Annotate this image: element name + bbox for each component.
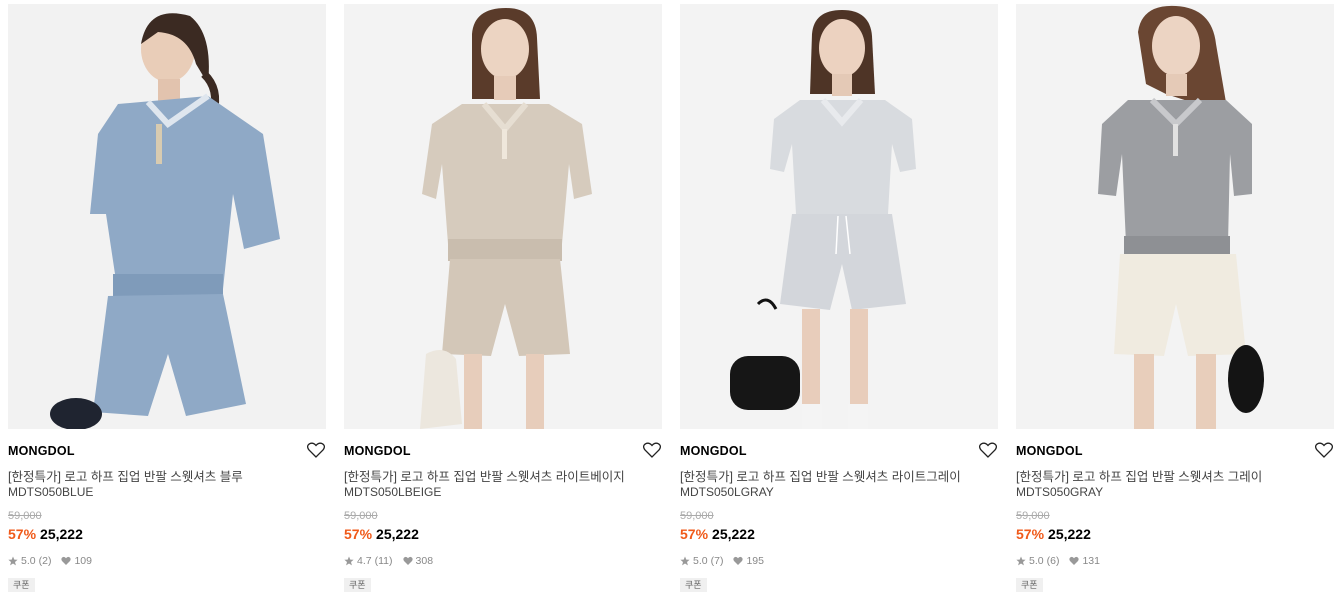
discount-rate: 57% [344, 526, 373, 542]
product-name[interactable]: [한정특가] 로고 하프 집업 반팔 스웻셔츠 블루 [8, 466, 243, 485]
rating-value: 4.7 [357, 555, 372, 567]
product-grid: MONGDOL [한정특가] 로고 하프 집업 반팔 스웻셔츠 블루 MDTS0… [0, 0, 1340, 592]
product-meta: 5.0 (6) 131 [1016, 555, 1100, 567]
heart-icon [61, 556, 72, 566]
brand-name[interactable]: MONGDOL [1016, 444, 1083, 458]
product-code[interactable]: MDTS050GRAY [1016, 485, 1103, 499]
product-card[interactable]: MONGDOL [한정특가] 로고 하프 집업 반팔 스웻셔츠 라이트베이지 M… [344, 0, 662, 592]
brand-name[interactable]: MONGDOL [8, 444, 75, 458]
original-price: 59,000 [680, 510, 714, 522]
brand-name[interactable]: MONGDOL [344, 444, 411, 458]
review-count: (2) [38, 555, 52, 567]
product-code[interactable]: MDTS050LGRAY [680, 485, 774, 499]
heart-icon [402, 556, 413, 566]
rating-value: 5.0 [1029, 555, 1044, 567]
like-count: 195 [746, 555, 764, 567]
product-card[interactable]: MONGDOL [한정특가] 로고 하프 집업 반팔 스웻셔츠 그레이 MDTS… [1016, 0, 1334, 592]
product-image[interactable] [680, 4, 998, 429]
product-card[interactable]: MONGDOL [한정특가] 로고 하프 집업 반팔 스웻셔츠 블루 MDTS0… [8, 0, 326, 592]
rating-value: 5.0 [21, 555, 36, 567]
heart-outline-icon[interactable] [643, 442, 661, 458]
coupon-badge: 쿠폰 [8, 578, 35, 592]
product-meta: 5.0 (2) 109 [8, 555, 92, 567]
coupon-badge: 쿠폰 [680, 578, 707, 592]
sale-price: 25,222 [376, 526, 419, 542]
product-image[interactable] [8, 4, 326, 429]
discount-rate: 57% [680, 526, 709, 542]
product-meta: 5.0 (7) 195 [680, 555, 764, 567]
product-name[interactable]: [한정특가] 로고 하프 집업 반팔 스웻셔츠 라이트그레이 [680, 466, 961, 485]
star-icon [344, 556, 354, 566]
review-count: (7) [710, 555, 724, 567]
price-row: 57% 25,222 [1016, 526, 1091, 542]
product-name[interactable]: [한정특가] 로고 하프 집업 반팔 스웻셔츠 라이트베이지 [344, 466, 625, 485]
product-card[interactable]: MONGDOL [한정특가] 로고 하프 집업 반팔 스웻셔츠 라이트그레이 M… [680, 0, 998, 592]
discount-rate: 57% [8, 526, 37, 542]
heart-icon [1069, 556, 1080, 566]
star-icon [680, 556, 690, 566]
coupon-badge: 쿠폰 [1016, 578, 1043, 592]
heart-icon [733, 556, 744, 566]
product-code[interactable]: MDTS050LBEIGE [344, 485, 441, 499]
like-count: 131 [1082, 555, 1100, 567]
sale-price: 25,222 [40, 526, 83, 542]
price-row: 57% 25,222 [344, 526, 419, 542]
product-image[interactable] [1016, 4, 1334, 429]
original-price: 59,000 [1016, 510, 1050, 522]
original-price: 59,000 [344, 510, 378, 522]
product-code[interactable]: MDTS050BLUE [8, 485, 93, 499]
heart-outline-icon[interactable] [307, 442, 325, 458]
rating-value: 5.0 [693, 555, 708, 567]
sale-price: 25,222 [712, 526, 755, 542]
review-count: (6) [1046, 555, 1060, 567]
product-name[interactable]: [한정특가] 로고 하프 집업 반팔 스웻셔츠 그레이 [1016, 466, 1262, 485]
like-count: 109 [74, 555, 92, 567]
brand-name[interactable]: MONGDOL [680, 444, 747, 458]
original-price: 59,000 [8, 510, 42, 522]
like-count: 308 [415, 555, 434, 567]
heart-outline-icon[interactable] [979, 442, 997, 458]
price-row: 57% 25,222 [8, 526, 83, 542]
review-count: (11) [374, 555, 393, 567]
product-meta: 4.7 (11) 308 [344, 555, 433, 567]
price-row: 57% 25,222 [680, 526, 755, 542]
discount-rate: 57% [1016, 526, 1045, 542]
star-icon [1016, 556, 1026, 566]
coupon-badge: 쿠폰 [344, 578, 371, 592]
sale-price: 25,222 [1048, 526, 1091, 542]
product-image[interactable] [344, 4, 662, 429]
heart-outline-icon[interactable] [1315, 442, 1333, 458]
star-icon [8, 556, 18, 566]
